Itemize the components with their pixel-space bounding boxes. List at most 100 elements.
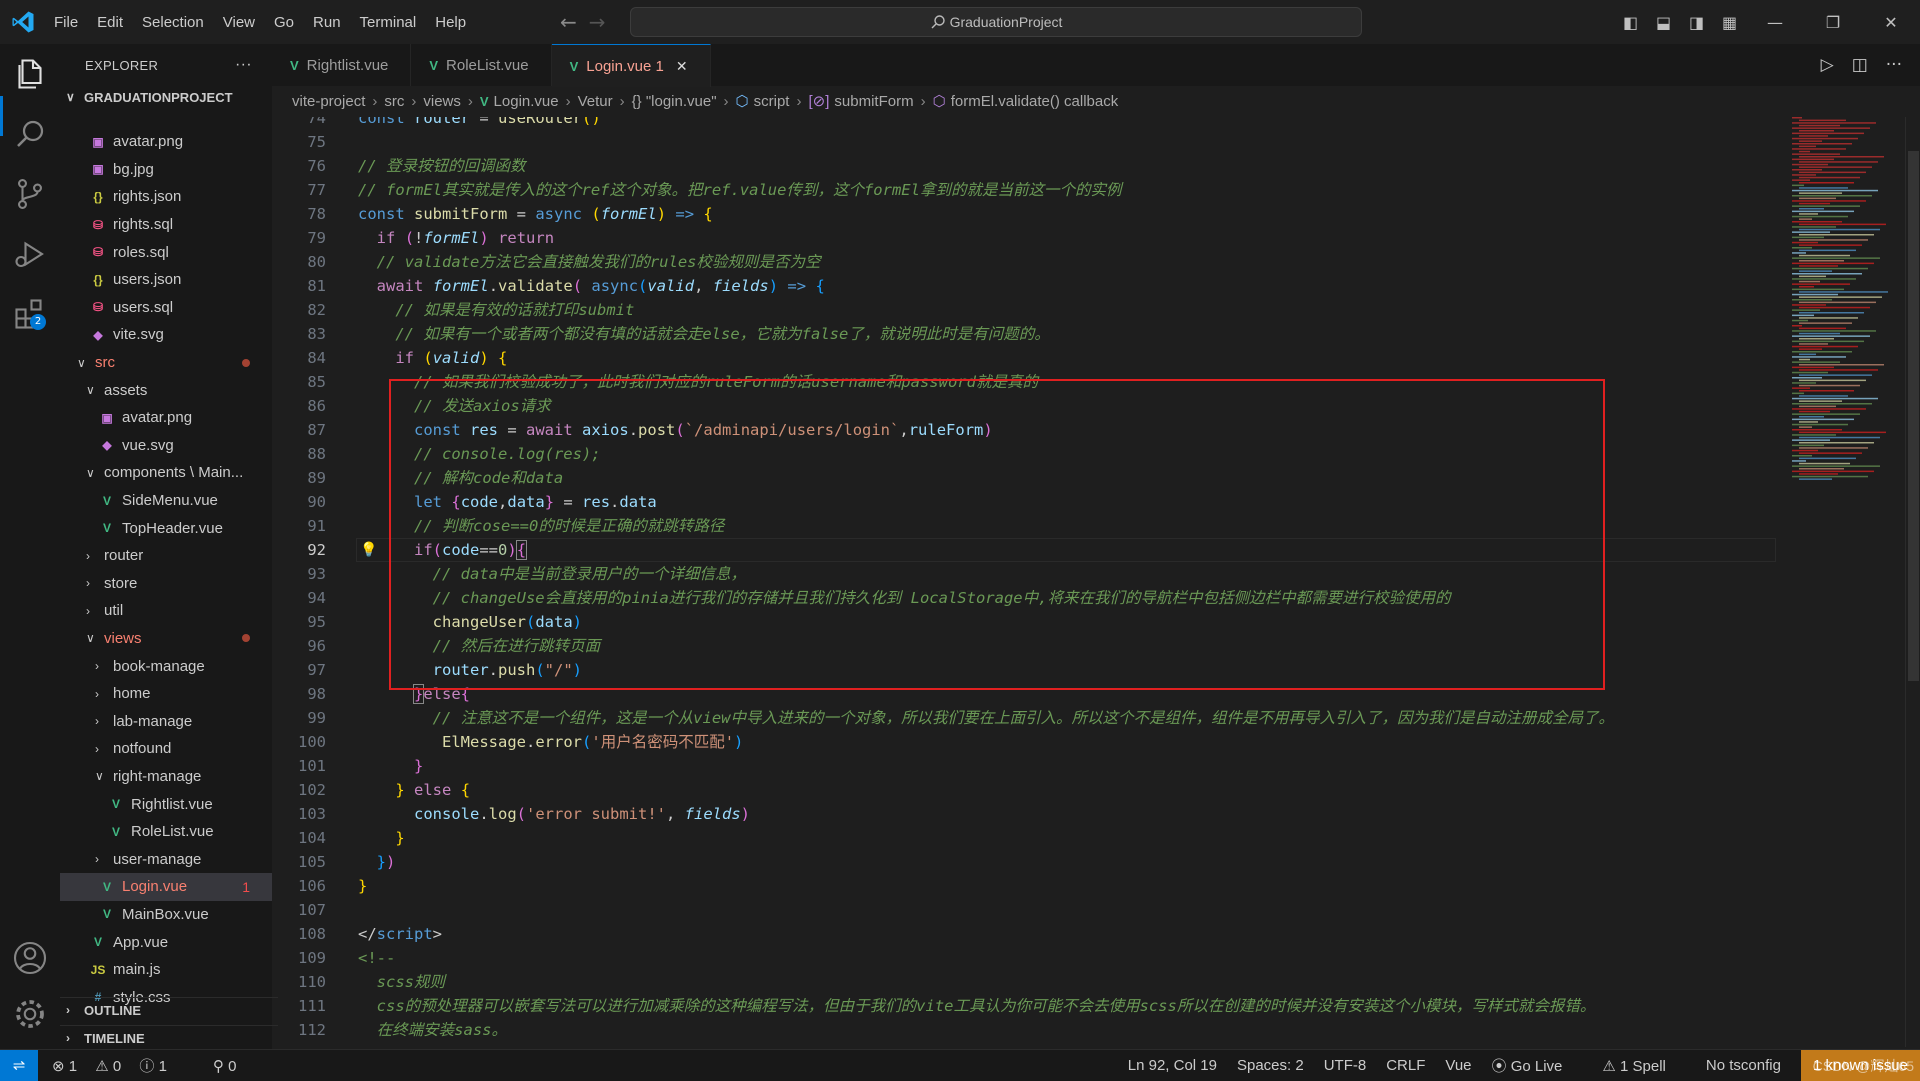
folder-item[interactable]: › book-manage [60,652,272,680]
menu-run[interactable]: Run [313,14,341,31]
minimap-line [1792,189,1878,192]
file-item[interactable]: ⛁ rights.sql [60,211,272,239]
file-item[interactable]: V SideMenu.vue [60,487,272,515]
folder-item[interactable]: › router [60,542,272,570]
explorer-files-icon[interactable] [12,56,48,92]
file-item[interactable]: ▣ avatar.png [60,128,272,156]
end-of-line[interactable]: CRLF [1386,1057,1425,1074]
close-tab-icon[interactable]: ✕ [676,58,688,75]
file-item[interactable]: ◆ vite.svg [60,321,272,349]
minimap-line [1792,215,1848,218]
code-text: <!-- [358,949,396,967]
breadcrumb-item[interactable]: vite-project [292,93,365,110]
spell-check-indicator[interactable]: ⚠ 1 Spell [1602,1057,1686,1075]
back-arrow-icon[interactable]: ← [560,10,577,34]
chevron-down-icon: ∨ [86,465,95,480]
search-icon[interactable] [12,116,48,152]
minimize-icon[interactable]: — [1746,13,1804,32]
restore-icon[interactable]: ❐ [1804,13,1862,32]
menu-selection[interactable]: Selection [142,14,204,31]
file-item[interactable]: V Rightlist.vue [60,790,272,818]
file-item[interactable]: V MainBox.vue [60,901,272,929]
code-text: await formEl.validate( async(valid, fiel… [376,277,825,295]
toggle-primary-sidebar-icon[interactable]: ◧ [1614,13,1647,32]
command-center-search[interactable]: GraduationProject [630,7,1362,37]
folder-item[interactable]: ∨ assets [60,376,272,404]
breadcrumb-item[interactable]: Login.vue [494,93,559,110]
source-control-icon[interactable] [12,176,48,212]
encoding[interactable]: UTF-8 [1324,1057,1367,1074]
breadcrumb-item[interactable]: src [384,93,404,110]
tree-item-label: util [104,602,124,620]
customize-layout-icon[interactable]: ▦ [1713,13,1746,32]
folder-item[interactable]: › user-manage [60,845,272,873]
toggle-secondary-sidebar-icon[interactable]: ◨ [1680,13,1713,32]
breadcrumb-item[interactable]: Vetur [578,93,613,110]
file-item[interactable]: ⛁ users.sql [60,294,272,322]
cursor-position[interactable]: Ln 92, Col 19 [1128,1057,1217,1074]
folder-item[interactable]: ∨ src [60,349,272,377]
tree-item-label: Rightlist.vue [131,795,213,813]
file-item[interactable]: ▣ avatar.png [60,404,272,432]
vertical-scrollbar[interactable] [1905,117,1920,1047]
folder-item[interactable]: › util [60,597,272,625]
breadcrumb-item[interactable]: {} "login.vue" [632,93,717,110]
file-item[interactable]: V App.vue [60,928,272,956]
file-item[interactable]: ▣ bg.jpg [60,156,272,184]
minimap[interactable] [1790,117,1900,1047]
menu-edit[interactable]: Edit [97,14,123,31]
more-actions-icon[interactable]: ··· [235,56,252,74]
extensions-icon[interactable]: 2 [12,296,48,332]
close-window-icon[interactable]: ✕ [1862,13,1920,32]
modified-dot-icon [242,358,250,367]
scrollbar-thumb[interactable] [1908,151,1919,681]
split-editor-icon[interactable]: ◫ [1852,55,1868,75]
problems-indicator[interactable]: ⊗ 1 ⚠ 0 ⓘ 1 [52,1055,181,1076]
accounts-icon[interactable] [12,940,48,976]
file-item[interactable]: {} rights.json [60,183,272,211]
language-mode[interactable]: Vue [1445,1057,1471,1074]
folder-item[interactable]: › home [60,680,272,708]
outline-section[interactable]: › OUTLINE [60,997,278,1022]
file-item[interactable]: V TopHeader.vue [60,514,272,542]
file-item[interactable]: V RoleList.vue [60,818,272,846]
tab-rolelist[interactable]: V RoleList.vue [411,44,552,86]
chevron-right-icon: › [86,603,90,618]
file-item[interactable]: ⛁ roles.sql [60,238,272,266]
timeline-section[interactable]: › TIMELINE [60,1025,278,1050]
breadcrumb-item[interactable]: script [754,93,790,110]
run-debug-icon[interactable] [12,236,48,272]
folder-item[interactable]: › notfound [60,735,272,763]
forward-arrow-icon[interactable]: → [589,10,606,34]
toggle-panel-icon[interactable]: ⬓ [1647,13,1680,32]
line-number: 79 [307,229,326,247]
menu-terminal[interactable]: Terminal [360,14,417,31]
breadcrumb-item[interactable]: formEl.validate() callback [951,93,1119,110]
menu-file[interactable]: File [54,14,78,31]
folder-item[interactable]: ∨ views [60,625,272,653]
breadcrumb-item[interactable]: submitForm [834,93,913,110]
project-root-folder[interactable]: ∨ GRADUATIONPROJECT [60,86,272,108]
file-item[interactable]: JS main.js [60,956,272,984]
menu-view[interactable]: View [223,14,255,31]
file-item[interactable]: V Login.vue 1 [60,873,272,901]
file-item[interactable]: ◆ vue.svg [60,432,272,460]
remote-indicator-icon[interactable]: ⇌ [0,1050,38,1081]
breadcrumb-item[interactable]: views [423,93,461,110]
folder-item[interactable]: › lab-manage [60,707,272,735]
menu-help[interactable]: Help [435,14,466,31]
more-actions-icon[interactable]: ··· [1886,55,1902,75]
indentation[interactable]: Spaces: 2 [1237,1057,1304,1074]
go-live-button[interactable]: ⦿ Go Live [1492,1055,1583,1076]
folder-item[interactable]: ∨ components \ Main... [60,459,272,487]
folder-item[interactable]: ∨ right-manage [60,763,272,791]
file-item[interactable]: {} users.json [60,266,272,294]
menu-go[interactable]: Go [274,14,294,31]
run-code-icon[interactable]: ▷ [1821,55,1834,75]
tab-login[interactable]: V Login.vue 1 ✕ [551,44,711,87]
manage-gear-icon[interactable] [12,996,48,1032]
ports-indicator[interactable]: ⚲ 0 [213,1057,251,1075]
folder-item[interactable]: › store [60,570,272,598]
tab-rightlist[interactable]: V Rightlist.vue [272,44,412,86]
tsconfig-indicator[interactable]: No tsconfig [1706,1057,1781,1074]
